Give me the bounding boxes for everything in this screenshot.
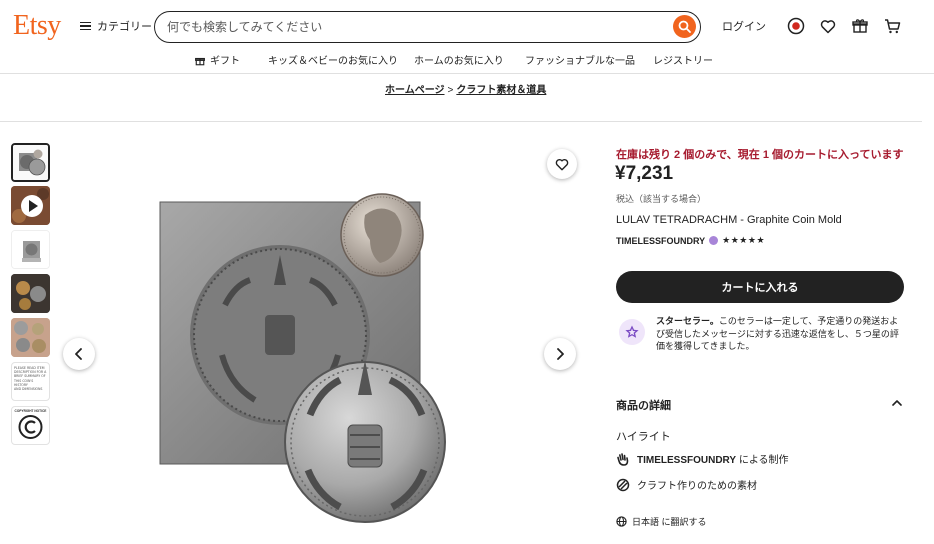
thumbnail-7[interactable]: COPYRIGHT NOTICE — [11, 406, 50, 445]
categories-button[interactable]: カテゴリー — [80, 18, 152, 34]
breadcrumb-craft-link[interactable]: クラフト素材＆道具 — [456, 85, 546, 96]
globe-icon — [616, 516, 627, 527]
item-details-heading: 商品の詳細 — [616, 400, 671, 412]
made-by-shop-name[interactable]: TIMELESSFOUNDRY — [637, 455, 736, 466]
note-line: BRIEF SUMMARY OF — [14, 374, 46, 379]
translate-link[interactable]: 日本語 に翻訳する — [616, 515, 707, 528]
search-bar — [154, 11, 701, 43]
search-input[interactable] — [167, 18, 657, 36]
breadcrumb-divider — [0, 121, 922, 122]
item-details-toggle[interactable]: 商品の詳細 — [616, 397, 904, 413]
highlight-material: クラフト作りのための素材 — [616, 477, 757, 492]
rating-stars[interactable]: ★★★★★ — [722, 235, 765, 246]
favorites-button[interactable] — [818, 16, 838, 36]
cart-icon — [884, 19, 900, 34]
stock-notice: 在庫は残り 2 個のみで、現在 1 個のカートに入っています — [616, 149, 904, 161]
star-seller-title: スターセラー。 — [656, 316, 719, 326]
gift-icon — [852, 19, 868, 33]
subnav-item-home[interactable]: ホームのお気に入り — [414, 52, 504, 67]
hand-wave-icon — [617, 452, 629, 466]
gift-icon — [195, 57, 205, 66]
thumbnail-5[interactable] — [11, 318, 50, 357]
header-actions: ログイン — [722, 16, 914, 36]
made-by-suffix: による制作 — [738, 455, 789, 466]
copyright-icon — [18, 415, 43, 439]
item-description-note: PLEASE READ ITEM DESCRIPTION FOR A BRIEF… — [12, 363, 49, 394]
craft-supplies-icon — [616, 478, 630, 491]
thumbnail-4[interactable] — [11, 274, 50, 313]
thumbnail-1[interactable] — [11, 143, 50, 182]
add-to-cart-button[interactable]: カートに入れる — [616, 271, 904, 303]
note-line: AND DIMENSIONS — [14, 387, 43, 392]
chevron-right-icon — [557, 348, 564, 360]
search-icon — [678, 20, 691, 33]
translate-label: 日本語 に翻訳する — [632, 517, 707, 527]
categories-label: カテゴリー — [97, 21, 152, 33]
highlights-heading: ハイライト — [616, 431, 671, 443]
mold-box-thumbnail-image — [12, 231, 49, 268]
target-icon — [787, 17, 805, 35]
heart-icon — [820, 19, 836, 33]
header-divider — [0, 73, 934, 74]
subnav-label: ギフト — [210, 56, 240, 67]
product-main-image — [159, 193, 446, 523]
next-image-button[interactable] — [544, 338, 576, 370]
search-button[interactable] — [673, 15, 696, 38]
heart-icon — [555, 158, 569, 170]
favorite-item-button[interactable] — [547, 149, 577, 179]
breadcrumb-separator: > — [447, 85, 454, 96]
note-line: THIS COIN'S HISTORY — [14, 378, 34, 387]
video-thumbnail-image — [11, 186, 50, 225]
product-title: LULAV TETRADRACHM - Graphite Coin Mold — [616, 214, 842, 226]
deals-button[interactable] — [786, 16, 806, 36]
price: ¥7,231 — [615, 163, 674, 184]
tax-note: 税込（該当する場合） — [616, 194, 707, 204]
subnav-item-registry[interactable]: レジストリー — [653, 52, 713, 67]
signin-link[interactable]: ログイン — [722, 18, 766, 34]
star-seller-text: スターセラー。このセラーは一定して、予定通りの発送および受信したメッセージに対す… — [656, 315, 906, 353]
thumbnail-video[interactable] — [11, 186, 50, 225]
material-label: クラフト作りのための素材 — [637, 481, 757, 492]
gift-button[interactable] — [850, 16, 870, 36]
thumbnail-6[interactable]: PLEASE READ ITEM DESCRIPTION FOR A BRIEF… — [11, 362, 50, 401]
shop-name-link[interactable]: TIMELESSFOUNDRY — [616, 236, 705, 246]
chevron-up-icon — [892, 400, 902, 406]
coin-mold-thumbnail-image — [13, 145, 48, 180]
previous-image-button[interactable] — [63, 338, 95, 370]
coin-collection-thumbnail-image — [11, 318, 50, 357]
coins-on-table-thumbnail-image — [11, 274, 50, 313]
star-seller-icon — [619, 319, 645, 345]
cart-button[interactable] — [882, 16, 902, 36]
etsy-logo[interactable]: Etsy — [13, 10, 61, 42]
highlight-made-by: TIMELESSFOUNDRY による制作 — [616, 451, 789, 466]
star-seller-badge-icon — [709, 236, 719, 245]
shop-info: TIMELESSFOUNDRY ★★★★★ — [616, 235, 765, 246]
hamburger-menu-icon — [80, 21, 91, 31]
thumbnail-3[interactable] — [11, 230, 50, 269]
sub-navigation: ギフト キッズ＆ベビーのお気に入り ホームのお気に入り ファッショナブルな一品 … — [0, 52, 934, 67]
subnav-item-fashion[interactable]: ファッショナブルな一品 — [525, 52, 635, 67]
chevron-left-icon — [75, 348, 82, 360]
breadcrumb-home-link[interactable]: ホームページ — [385, 85, 445, 96]
subnav-item-kids[interactable]: キッズ＆ベビーのお気に入り — [268, 52, 398, 67]
add-to-cart-label: カートに入れる — [721, 282, 799, 294]
breadcrumb: ホームページ > クラフト素材＆道具 — [385, 81, 546, 96]
subnav-item-gift[interactable]: ギフト — [195, 52, 240, 67]
